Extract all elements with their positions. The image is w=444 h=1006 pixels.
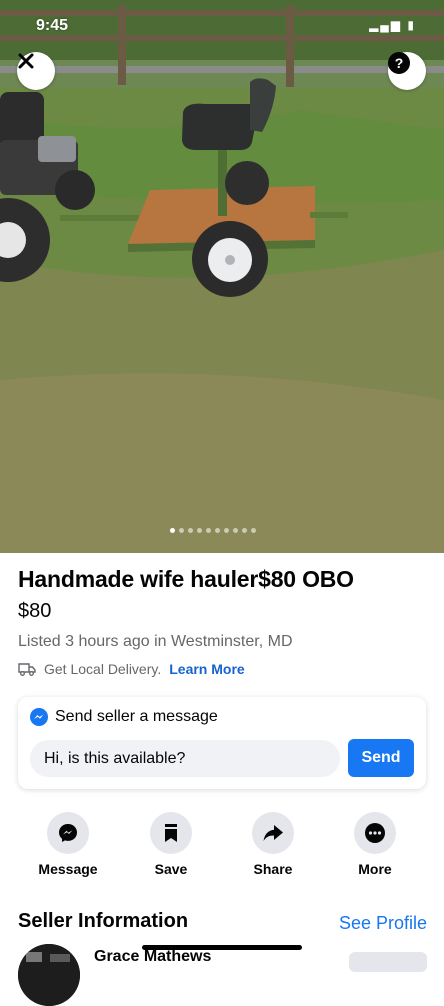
- save-action-circle[interactable]: [150, 812, 192, 854]
- message-seller-card: Send seller a message Hi, is this availa…: [18, 697, 426, 789]
- message-action-label: Message: [38, 861, 98, 877]
- avatar-image: [18, 944, 80, 1006]
- share-icon: [263, 825, 283, 841]
- photo-illustration: [0, 0, 444, 553]
- pagination-dot: [179, 528, 184, 533]
- more-dots-icon: [365, 823, 385, 843]
- message-action[interactable]: Message: [28, 812, 108, 877]
- question-mark-icon: ?: [388, 52, 410, 74]
- photo-pagination: [170, 528, 256, 533]
- seller-avatar[interactable]: [18, 944, 80, 1006]
- messenger-icon: [30, 708, 48, 726]
- battery-icon: ▮: [407, 18, 416, 32]
- message-card-title: Send seller a message: [55, 708, 218, 725]
- delivery-text: Get Local Delivery.: [44, 661, 162, 677]
- learn-more-link[interactable]: Learn More: [169, 661, 244, 677]
- pagination-dot: [170, 528, 175, 533]
- status-time: 9:45: [36, 17, 69, 34]
- message-card-header: Send seller a message: [30, 708, 218, 726]
- local-delivery: Get Local Delivery. Learn More: [18, 661, 245, 677]
- bookmark-icon: [165, 824, 177, 842]
- more-action-circle[interactable]: [354, 812, 396, 854]
- save-action[interactable]: Save: [131, 812, 211, 877]
- close-button[interactable]: [17, 52, 55, 90]
- seller-follow-button[interactable]: [349, 952, 427, 972]
- svg-text:?: ?: [395, 55, 404, 71]
- delivery-truck-icon: [18, 663, 36, 676]
- share-action-label: Share: [253, 861, 293, 877]
- signal-icon: ▂▄▆: [369, 18, 403, 32]
- pagination-dot: [224, 528, 229, 533]
- pagination-dot: [242, 528, 247, 533]
- pagination-dot: [251, 528, 256, 533]
- share-action[interactable]: Share: [233, 812, 313, 877]
- messenger-icon: [59, 824, 77, 842]
- status-icons: ▂▄▆ ▮: [369, 18, 416, 32]
- see-profile-link[interactable]: See Profile: [339, 913, 427, 934]
- listing-price: $80: [18, 600, 52, 622]
- pagination-dot: [215, 528, 220, 533]
- help-button[interactable]: ?: [388, 52, 426, 90]
- listed-time-location: Listed 3 hours ago in Westminster, MD: [18, 633, 293, 650]
- pagination-dot: [206, 528, 211, 533]
- message-input[interactable]: Hi, is this available?: [30, 740, 340, 777]
- close-icon: [18, 53, 34, 69]
- more-action[interactable]: More: [335, 812, 415, 877]
- share-action-circle[interactable]: [252, 812, 294, 854]
- message-action-circle[interactable]: [47, 812, 89, 854]
- listing-photo[interactable]: 9:45 ▂▄▆ ▮ ?: [0, 0, 444, 553]
- seller-info-heading: Seller Information: [18, 910, 189, 932]
- pagination-dot: [197, 528, 202, 533]
- more-action-label: More: [358, 861, 392, 877]
- home-indicator: [142, 945, 302, 950]
- seller-name[interactable]: Grace Mathews: [94, 948, 211, 966]
- save-action-label: Save: [154, 861, 188, 877]
- pagination-dot: [233, 528, 238, 533]
- listing-title: Handmade wife hauler$80 OBO: [18, 566, 354, 592]
- send-button[interactable]: Send: [348, 739, 414, 777]
- pagination-dot: [188, 528, 193, 533]
